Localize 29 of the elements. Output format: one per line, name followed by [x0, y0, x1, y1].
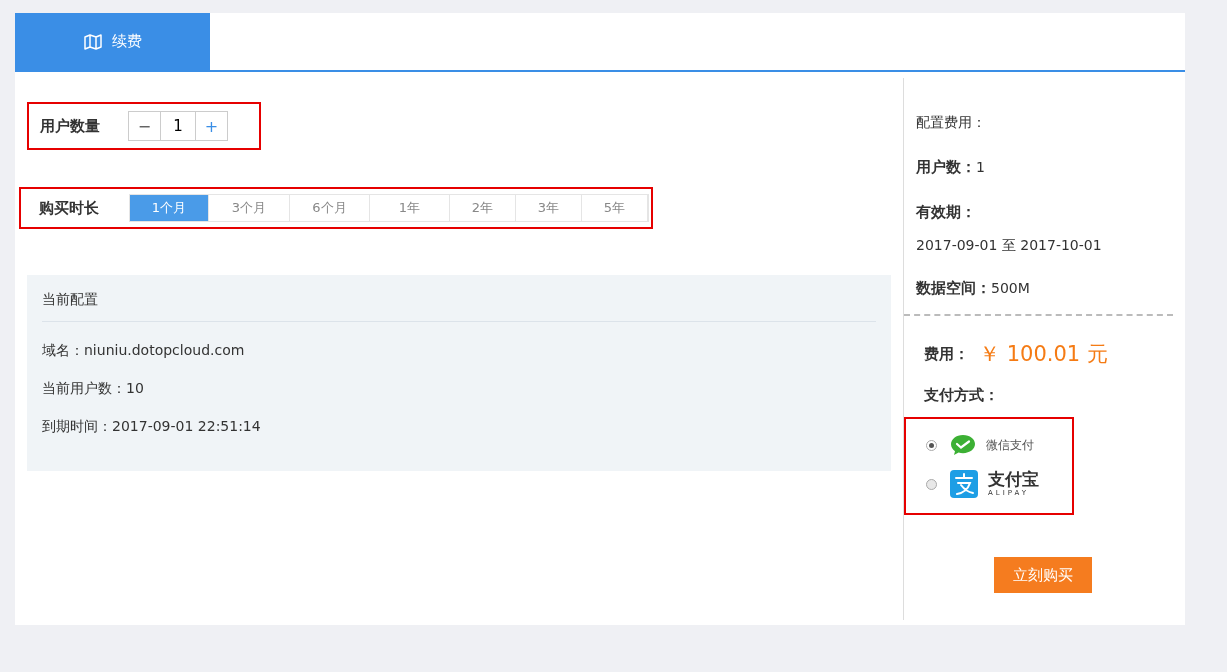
radio-button[interactable] — [926, 478, 937, 490]
space-value: 500M — [991, 280, 1030, 296]
config-line: 到期时间：2017-09-01 22:51:14 — [42, 418, 262, 436]
users-label: 用户数： — [916, 158, 976, 176]
config-line: 域名：niuniu.dotopcloud.com — [42, 342, 246, 360]
user-count-field[interactable]: 1 — [161, 111, 195, 141]
chat-bubble-icon — [950, 434, 976, 456]
fee-label: 费用： — [924, 344, 969, 364]
increment-button[interactable]: + — [195, 111, 228, 141]
buy-now-button[interactable]: 立刻购买 — [994, 557, 1092, 593]
space-label: 数据空间： — [916, 279, 991, 297]
config-line: 当前用户数：10 — [42, 380, 145, 398]
payment-name: 微信支付 — [986, 436, 1034, 454]
config-title: 当前配置 — [42, 291, 876, 322]
summary-heading: 配置费用： — [916, 113, 987, 132]
alipay-logo-icon — [950, 470, 978, 498]
map-icon — [83, 33, 102, 50]
user-count-label: 用户数量 — [40, 116, 100, 136]
users-value: 1 — [976, 159, 985, 175]
renew-tab[interactable]: 续费 — [15, 13, 210, 70]
payment-label: 支付方式： — [924, 386, 999, 405]
duration-label: 购买时长 — [39, 198, 99, 218]
duration-option[interactable]: 1个月 — [130, 195, 209, 221]
radio-button[interactable] — [926, 439, 937, 451]
fee-amount: ￥ 100.01 元 — [979, 341, 1108, 368]
decrement-button[interactable]: − — [128, 111, 161, 141]
validity-value: 2017-09-01 至 2017-10-01 — [916, 236, 1103, 255]
validity-label: 有效期： — [916, 203, 976, 221]
payment-name: 支付宝 — [988, 471, 1039, 488]
